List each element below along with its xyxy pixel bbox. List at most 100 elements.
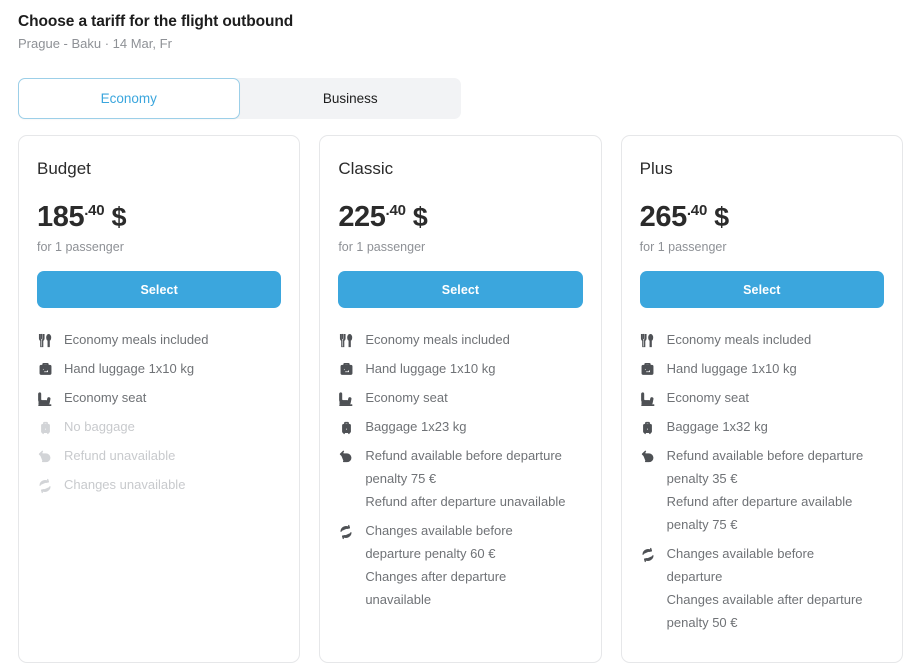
feature-item: Changes available beforedepartureChanges… [640,544,884,634]
passenger-count-note: for 1 passenger [37,239,281,255]
tariff-feature-list: Economy meals included Hand luggage 1x10 … [338,330,582,611]
feature-text: Hand luggage 1x10 kg [667,357,797,380]
passenger-count-note: for 1 passenger [338,239,582,255]
tab-label: Economy [101,91,157,106]
tariff-name: Classic [338,158,582,180]
tariff-card: Budget 185.40$ for 1 passenger Select Econom… [18,135,300,663]
feature-text-line: penalty 50 € [667,611,863,634]
changes-icon [640,546,656,563]
feature-text-line: Economy meals included [64,328,209,351]
meal-icon [640,332,656,349]
hand-luggage-icon [640,361,656,378]
feature-text: Economy meals included [667,328,812,351]
feature-text: Economy seat [365,386,447,409]
feature-text-line: No baggage [64,415,135,438]
seat-icon [37,390,53,407]
feature-text-line: unavailable [365,588,512,611]
feature-text: Changes available beforedepartureChanges… [667,542,863,634]
feature-item: Economy seat [640,388,884,409]
feature-text: Hand luggage 1x10 kg [64,357,194,380]
feature-text-line: Hand luggage 1x10 kg [365,357,495,380]
tariff-card-list: Budget185.40$for 1 passengerSelectEconom… [18,135,903,663]
feature-text-line: departure penalty 60 € [365,542,512,565]
price-currency: $ [413,201,428,233]
tab-business[interactable]: Business [240,78,462,119]
feature-text-line: Hand luggage 1x10 kg [64,357,194,380]
feature-text-line: penalty 75 € [365,467,565,490]
passenger-count-note: for 1 passenger [640,239,884,255]
feature-item: Baggage 1x23 kg [338,417,582,438]
feature-text: Refund available before departurepenalty… [365,444,565,513]
price-whole: 225 [338,201,385,233]
feature-item: Economy meals included [640,330,884,351]
tariff-price: 185.40$ [37,201,281,233]
tariff-feature-list: Economy meals included Hand luggage 1x10 … [37,330,281,496]
meal-icon [37,332,53,349]
select-button[interactable]: Select [37,271,281,308]
tariff-name: Plus [640,158,884,180]
feature-item: Economy meals included [338,330,582,351]
feature-text-line: Refund available before departure [365,444,565,467]
feature-item: Economy seat [338,388,582,409]
refund-icon [338,448,354,465]
changes-icon [37,477,53,494]
feature-text-line: Refund after departure unavailable [365,490,565,513]
changes-icon [338,523,354,540]
tariff-name: Budget [37,158,281,180]
hand-luggage-icon [37,361,53,378]
feature-item: Hand luggage 1x10 kg [338,359,582,380]
feature-text: Baggage 1x23 kg [365,415,466,438]
seat-icon [338,390,354,407]
select-button[interactable]: Select [338,271,582,308]
feature-text-line: Economy seat [667,386,749,409]
feature-text-line: Baggage 1x23 kg [365,415,466,438]
feature-text: Refund unavailable [64,444,175,467]
feature-text-line: Refund after departure available [667,490,864,513]
select-button[interactable]: Select [640,271,884,308]
feature-item: Refund unavailable [37,446,281,467]
feature-item: Economy meals included [37,330,281,351]
feature-text-line: Economy meals included [365,328,510,351]
refund-icon [37,448,53,465]
feature-text: Refund available before departure penalty… [667,444,864,536]
feature-item: Hand luggage 1x10 kg [640,359,884,380]
feature-text: Hand luggage 1x10 kg [365,357,495,380]
tariff-price: 225.40$ [338,201,582,233]
cabin-class-tabs: Economy Business [18,78,461,119]
tab-economy[interactable]: Economy [18,78,240,119]
feature-text-line: Hand luggage 1x10 kg [667,357,797,380]
baggage-icon [37,419,53,436]
price-cents: .40 [84,203,104,218]
feature-text-line: Changes unavailable [64,473,185,496]
feature-text-line: Changes after departure [365,565,512,588]
tariff-card: Plus265.40$for 1 passengerSelectEconomy … [621,135,903,663]
feature-text-line: penalty 75 € [667,513,864,536]
feature-text: Changes available beforedeparture penalt… [365,519,512,611]
baggage-icon [640,419,656,436]
feature-item: Refund available before departurepenalty… [338,446,582,513]
feature-text: Changes unavailable [64,473,185,496]
feature-text: Economy meals included [64,328,209,351]
meal-icon [338,332,354,349]
price-currency: $ [714,201,729,233]
feature-text-line: Changes available before [365,519,512,542]
feature-text-line: Economy seat [365,386,447,409]
feature-item: Hand luggage 1x10 kg [37,359,281,380]
page-header: Choose a tariff for the flight outbound … [18,12,293,53]
feature-item: Refund available before departure penalty… [640,446,884,536]
feature-item: Changes unavailable [37,475,281,496]
feature-text-line: Refund available before departure [667,444,864,467]
feature-text: Economy meals included [365,328,510,351]
feature-text-line: Refund unavailable [64,444,175,467]
tariff-card: Classic 225.40$ for 1 passenger Select Econo… [319,135,601,663]
feature-text-line: Changes available before [667,542,863,565]
hand-luggage-icon [338,361,354,378]
tariff-feature-list: Economy meals included Hand luggage 1x10 … [640,330,884,634]
feature-text-line: departure [667,565,863,588]
price-cents: .40 [687,203,707,218]
baggage-icon [338,419,354,436]
page-title: Choose a tariff for the flight outbound [18,12,293,32]
price-whole: 185 [37,201,84,233]
feature-text: No baggage [64,415,135,438]
feature-text: Economy seat [667,386,749,409]
